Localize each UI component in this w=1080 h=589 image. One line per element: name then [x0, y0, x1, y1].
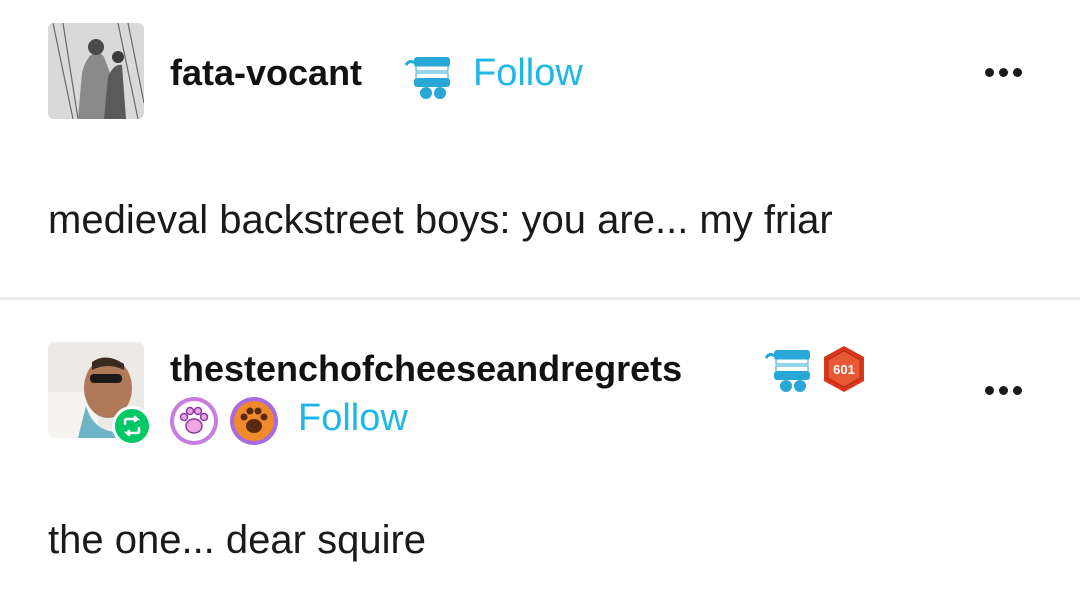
username[interactable]: fata-vocant [170, 52, 362, 94]
post-body: the one... dear squire [48, 518, 427, 562]
level-badge-icon[interactable]: 601 [820, 344, 868, 399]
chattering-teeth-badge-icon[interactable] [764, 344, 818, 399]
more-options-icon[interactable] [985, 386, 1022, 395]
post-2: thestenchofcheeseandregrets 601 Follow t… [0, 300, 1080, 589]
avatar-fata-vocant[interactable] [48, 23, 144, 119]
paw-badge-icon[interactable] [230, 397, 278, 445]
paw-badge-icon[interactable] [170, 397, 218, 445]
post-body: medieval backstreet boys: you are... my … [48, 198, 833, 242]
reblog-icon [112, 406, 152, 446]
post-1: fata-vocant Follow medieval backstreet b… [0, 0, 1080, 298]
username[interactable]: thestenchofcheeseandregrets [170, 348, 682, 390]
chattering-teeth-badge-icon[interactable] [404, 51, 458, 106]
more-options-icon[interactable] [985, 68, 1022, 77]
level-badge-number: 601 [833, 362, 855, 377]
follow-button[interactable]: Follow [298, 397, 408, 440]
follow-button[interactable]: Follow [473, 52, 583, 95]
